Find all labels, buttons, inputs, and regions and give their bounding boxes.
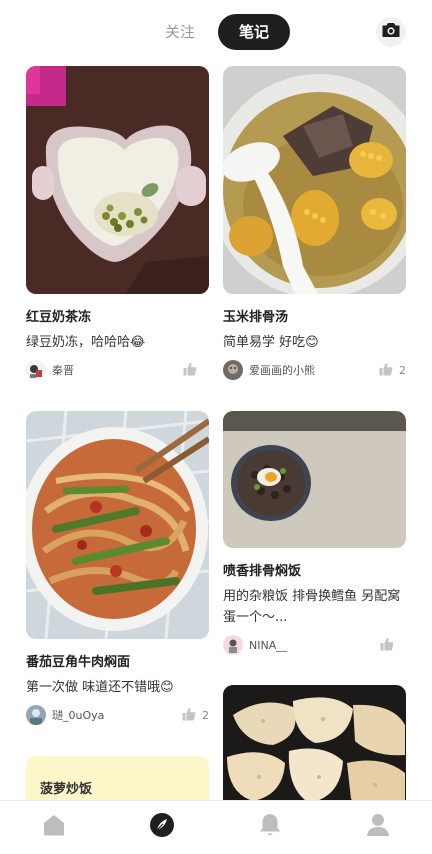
note-title: 番茄豆角牛肉焖面 — [26, 655, 131, 669]
nav-discover[interactable] — [148, 813, 176, 841]
note-photo-fried-fish[interactable] — [223, 685, 406, 800]
camera-icon — [382, 22, 400, 42]
note-card-text-only[interactable]: 菠萝炒饭 — [26, 756, 209, 800]
like-button[interactable]: 2 — [182, 706, 209, 725]
note-photo-rice-bowl[interactable] — [223, 411, 406, 548]
avatar[interactable] — [26, 360, 46, 380]
note-description: 第一次做 味道还不错哦😊 — [26, 680, 174, 695]
thumbs-up-icon — [380, 636, 394, 655]
thumbs-up-icon — [183, 361, 197, 380]
note-meta: NINA__ — [223, 634, 406, 656]
note-meta: 琎_0uOya 2 — [26, 704, 209, 726]
author-name[interactable]: 琎_0uOya — [52, 707, 182, 723]
note-photo-noodles[interactable] — [26, 411, 209, 639]
note-card[interactable]: 玉米排骨汤 简单易学 好吃😊 爱画画的小熊 2 — [223, 66, 406, 381]
bottom-navigation — [0, 800, 432, 854]
home-icon — [41, 813, 67, 841]
author-name[interactable]: 秦晋 — [52, 362, 183, 378]
note-meta: 爱画画的小熊 2 — [223, 359, 406, 381]
like-button[interactable] — [380, 636, 406, 655]
nav-profile[interactable] — [364, 813, 392, 841]
note-description: 简单易学 好吃😊 — [223, 335, 319, 350]
note-title: 玉米排骨汤 — [223, 310, 289, 324]
bell-icon — [258, 812, 282, 842]
note-title: 喷香排骨焖饭 — [223, 564, 302, 578]
like-count: 2 — [202, 708, 209, 722]
note-card[interactable]: 喷香排骨焖饭 用的杂粮饭 排骨换鳕鱼 另配窝蛋一个～... NINA__ — [223, 411, 406, 656]
note-description: 用的杂粮饭 排骨换鳕鱼 另配窝蛋一个～... — [223, 589, 401, 625]
thumbs-up-icon — [379, 361, 393, 380]
camera-button[interactable] — [376, 17, 406, 47]
top-bar: 关注 笔记 — [0, 0, 432, 62]
note-title: 菠萝炒饭 — [40, 782, 93, 797]
note-meta: 秦晋 — [26, 359, 209, 381]
tab-notes[interactable]: 笔记 — [218, 14, 290, 50]
note-photo-corn-soup[interactable] — [223, 66, 406, 294]
note-card[interactable]: 番茄豆角牛肉焖面 第一次做 味道还不错哦😊 琎_0uOya 2 — [26, 411, 209, 726]
nav-notifications[interactable] — [256, 813, 284, 841]
note-card[interactable] — [223, 685, 406, 800]
note-description: 绿豆奶冻，哈哈哈😂 — [26, 335, 146, 350]
like-button[interactable] — [183, 361, 209, 380]
profile-icon — [365, 812, 391, 842]
note-photo-heart-bowl[interactable] — [26, 66, 209, 294]
like-button[interactable]: 2 — [379, 361, 406, 380]
thumbs-up-icon — [182, 706, 196, 725]
notes-feed[interactable]: 红豆奶茶冻 绿豆奶冻，哈哈哈😂 秦晋 番茄豆角牛肉焖面 第一次做 味道还不错哦😊… — [0, 62, 432, 800]
tab-follow[interactable]: 关注 — [150, 14, 210, 50]
author-name[interactable]: 爱画画的小熊 — [249, 362, 379, 378]
avatar[interactable] — [223, 360, 243, 380]
note-card[interactable]: 红豆奶茶冻 绿豆奶冻，哈哈哈😂 秦晋 — [26, 66, 209, 381]
avatar[interactable] — [26, 705, 46, 725]
like-count: 2 — [399, 363, 406, 377]
nav-home[interactable] — [40, 813, 68, 841]
avatar[interactable] — [223, 635, 243, 655]
author-name[interactable]: NINA__ — [249, 639, 380, 652]
note-title: 红豆奶茶冻 — [26, 310, 92, 324]
discover-icon — [149, 812, 175, 842]
